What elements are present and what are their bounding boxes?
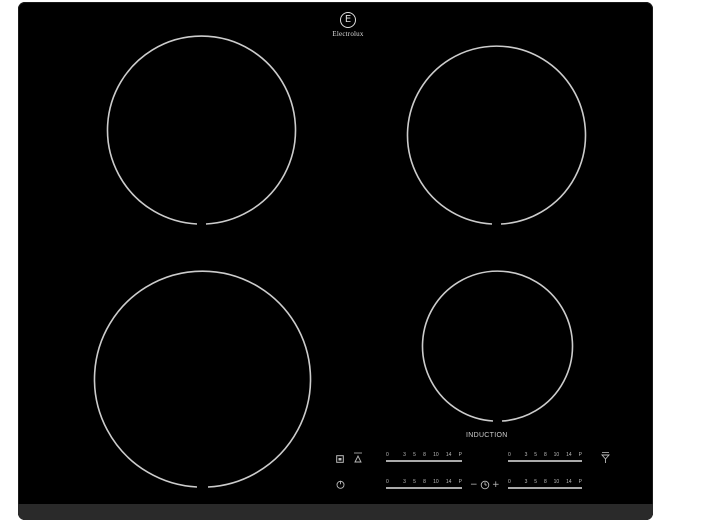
slider-track[interactable]	[386, 460, 462, 462]
slider-tick: 8	[423, 452, 426, 458]
slider-tick: 14	[445, 479, 452, 485]
slider-tick: 14	[445, 452, 452, 458]
slider-tick: 0	[386, 479, 389, 485]
slider-tick: 5	[413, 452, 416, 458]
slider-tick: 3	[403, 452, 406, 458]
slider-tick: 5	[534, 452, 538, 458]
slider-track[interactable]	[508, 487, 582, 489]
slider-tick: 8	[543, 479, 547, 485]
brand-logo: E Electrolux	[310, 12, 386, 38]
slider-track[interactable]	[386, 487, 462, 489]
slider-tick: 5	[534, 479, 538, 485]
induction-label: INDUCTION	[466, 432, 508, 439]
timer-plus-button[interactable]: +	[492, 481, 500, 490]
slider-scale: 0 3 5 8 10 14 P	[386, 451, 462, 459]
power-slider-front-left[interactable]: 0 3 5 8 10 14 P	[386, 451, 462, 465]
slider-tick: 3	[524, 479, 528, 485]
bridge-icon[interactable]	[601, 451, 610, 466]
slider-tick: 14	[566, 452, 572, 458]
slider-tick: 3	[524, 452, 528, 458]
slider-tick: 3	[403, 479, 406, 485]
slider-tick: 8	[423, 479, 426, 485]
cooking-zone-top-left[interactable]	[106, 35, 297, 225]
timer-icon[interactable]	[480, 480, 490, 492]
slider-tick: P	[578, 452, 582, 458]
slider-scale: 0 3 5 8 10 14 P	[386, 478, 462, 486]
cooking-zone-bottom-right[interactable]	[421, 270, 574, 422]
slider-tick: P	[458, 479, 462, 485]
power-slider-rear-right[interactable]: 0 3 5 8 10 14 P	[508, 478, 582, 492]
slider-tick: 0	[508, 452, 511, 458]
slider-tick: 8	[543, 452, 547, 458]
lock-icon[interactable]	[336, 455, 344, 465]
power-slider-rear-left[interactable]: 0 3 5 8 10 14 P	[386, 478, 462, 492]
slider-scale: 0 3 5 8 10 14 P	[508, 478, 582, 486]
electrolux-logo-icon: E	[340, 12, 356, 28]
slider-tick: 5	[413, 479, 416, 485]
brand-name: Electrolux	[332, 30, 364, 38]
slider-tick: P	[458, 452, 462, 458]
cooking-zones	[93, 35, 587, 488]
cooking-zone-bottom-left[interactable]	[93, 270, 312, 488]
power-slider-front-right[interactable]: 0 3 5 8 10 14 P	[508, 451, 582, 465]
slider-scale: 0 3 5 8 10 14 P	[508, 451, 582, 459]
timer-minus-button[interactable]: −	[470, 481, 478, 490]
slider-tick: 14	[566, 479, 572, 485]
slider-tick: 0	[386, 452, 389, 458]
slider-tick: P	[578, 479, 582, 485]
cooking-zone-top-right[interactable]	[406, 45, 587, 225]
slider-tick: 10	[553, 452, 560, 458]
slider-tick: 10	[553, 479, 560, 485]
slider-tick: 0	[508, 479, 511, 485]
slider-tick: 10	[433, 479, 439, 485]
stop-go-icon[interactable]	[353, 451, 363, 466]
slider-tick: 10	[433, 452, 439, 458]
slider-track[interactable]	[508, 460, 582, 462]
power-icon[interactable]	[336, 480, 345, 491]
